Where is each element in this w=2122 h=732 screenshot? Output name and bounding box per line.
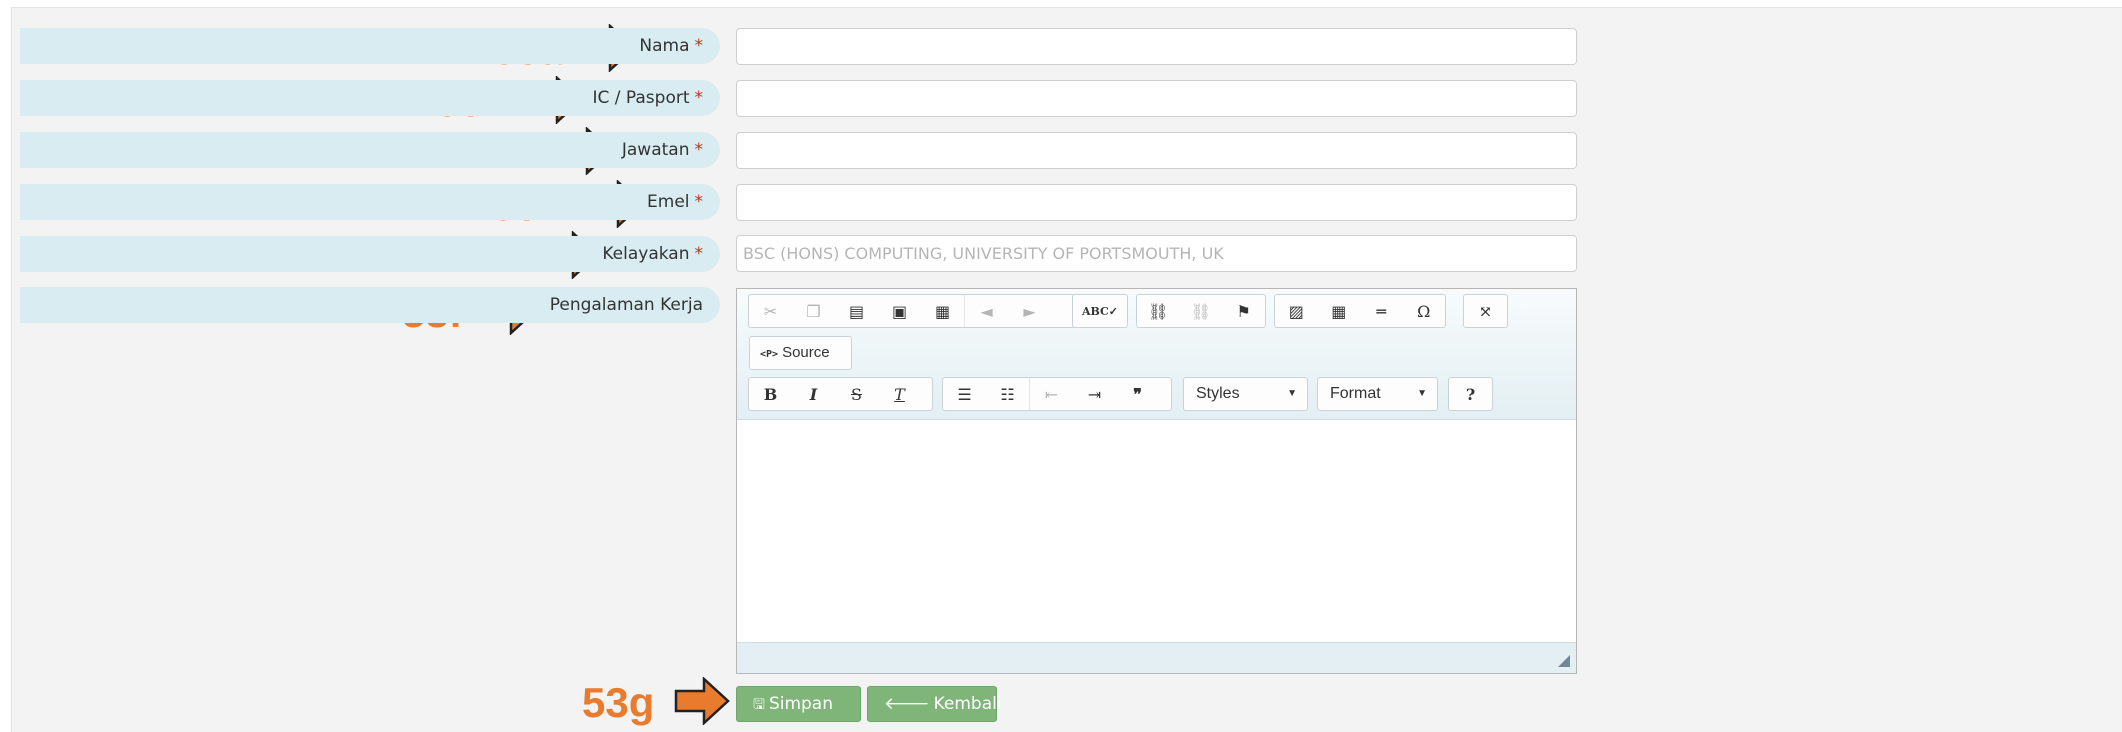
paste-text-icon[interactable]: ▣ [878,295,921,327]
chevron-down-icon: ▼ [1287,388,1297,399]
numbered-list-icon[interactable]: ☰ [943,378,986,410]
outdent-icon[interactable]: ⇤ [1030,378,1073,410]
required-mark: * [694,88,704,108]
jawatan-input[interactable] [736,132,1577,169]
styles-dropdown[interactable]: Styles ▼ [1183,377,1308,411]
italic-icon[interactable]: I [792,378,835,410]
label-text: Jawatan [621,140,690,160]
undo-icon[interactable]: ◄ [965,295,1008,327]
emel-input[interactable] [736,184,1577,221]
help-icon[interactable]: ? [1449,378,1492,410]
label-pengalaman-kerja: Pengalaman Kerja [20,287,720,323]
cut-icon[interactable]: ✂ [749,295,792,327]
format-dropdown[interactable]: Format ▼ [1317,377,1438,411]
source-icon: <P> [760,349,779,360]
kembali-button[interactable]: 🡐 Kembali [867,686,1002,722]
required-mark: * [694,192,704,212]
label-text: IC / Pasport [592,88,690,108]
label-emel: Emel * [20,184,720,220]
bold-icon[interactable]: B [749,378,792,410]
spellcheck-icon[interactable]: ABC✓ [1079,295,1122,327]
label-text: Emel [647,192,690,212]
source-button[interactable]: <P> Source [749,336,852,370]
editor-statusbar [737,642,1576,673]
arrow-left-icon: 🡐 [884,694,930,714]
maximize-icon[interactable]: ⤧ [1464,295,1507,327]
editor-toolbar: ✂ ❐ ▤ ▣ ▦ ◄ ► ABC✓ ⛓ ⛓ ⚑ ▨ ▦ ═ Ω ⤧ <P> So… [737,289,1576,420]
image-icon[interactable]: ▨ [1275,295,1318,327]
unlink-icon[interactable]: ⛓ [1180,295,1223,327]
label-ic-pasport: IC / Pasport * [20,80,720,116]
paste-icon[interactable]: ▤ [835,295,878,327]
table-icon[interactable]: ▦ [1318,295,1361,327]
required-mark: * [694,244,704,264]
label-kelayakan: Kelayakan * [20,236,720,272]
label-nama: Nama * [20,28,720,64]
insert-group: ▨ ▦ ═ Ω [1274,294,1446,328]
editor-content-area[interactable] [737,420,1576,642]
anchor-icon[interactable]: ⚑ [1222,295,1265,327]
label-text: Pengalaman Kerja [549,295,703,315]
label-jawatan: Jawatan * [20,132,720,168]
copy-icon[interactable]: ❐ [792,295,835,327]
help-group: ? [1448,377,1493,411]
link-group: ⛓ ⛓ ⚑ [1136,294,1266,328]
ic-pasport-input[interactable] [736,80,1577,117]
kembali-label: Kembali [933,694,1002,714]
source-label: Source [782,344,830,361]
redo-icon[interactable]: ► [1008,295,1051,327]
clipboard-group: ✂ ❐ ▤ ▣ ▦ ◄ ► [748,294,1079,328]
indent-icon[interactable]: ⇥ [1073,378,1116,410]
label-text: Nama [639,36,690,56]
paste-word-icon[interactable]: ▦ [921,295,965,327]
link-icon[interactable]: ⛓ [1137,295,1180,327]
format-label: Format [1330,385,1381,402]
required-mark: * [694,36,704,56]
save-icon: 🖫 [753,697,765,713]
nama-input[interactable] [736,28,1577,65]
remove-format-icon[interactable]: T [878,378,921,410]
simpan-button[interactable]: 🖫 Simpan [736,686,861,722]
maximize-group: ⤧ [1463,294,1508,328]
kelayakan-input[interactable]: BSC (HONS) COMPUTING, UNIVERSITY OF PORT… [736,235,1577,272]
annotation-53g: 53g [582,679,655,726]
horizontal-line-icon[interactable]: ═ [1360,295,1403,327]
basic-styles-group: B I S T [748,377,933,411]
pengalaman-kerja-editor: ✂ ❐ ▤ ▣ ▦ ◄ ► ABC✓ ⛓ ⛓ ⚑ ▨ ▦ ═ Ω ⤧ <P> So… [736,288,1577,674]
styles-label: Styles [1196,385,1240,402]
bulleted-list-icon[interactable]: ☷ [986,378,1030,410]
chevron-down-icon: ▼ [1417,388,1427,399]
resize-handle-icon[interactable] [1558,655,1570,667]
annotation-arrow-icon [674,677,730,725]
spellcheck-group: ABC✓ [1072,294,1128,328]
special-char-icon[interactable]: Ω [1403,295,1446,327]
simpan-label: Simpan [768,694,833,714]
blockquote-icon[interactable]: ❞ [1116,378,1159,410]
label-text: Kelayakan [602,244,690,264]
list-group: ☰ ☷ ⇤ ⇥ ❞ [942,377,1172,411]
required-mark: * [694,140,704,160]
strikethrough-icon[interactable]: S [835,378,878,410]
